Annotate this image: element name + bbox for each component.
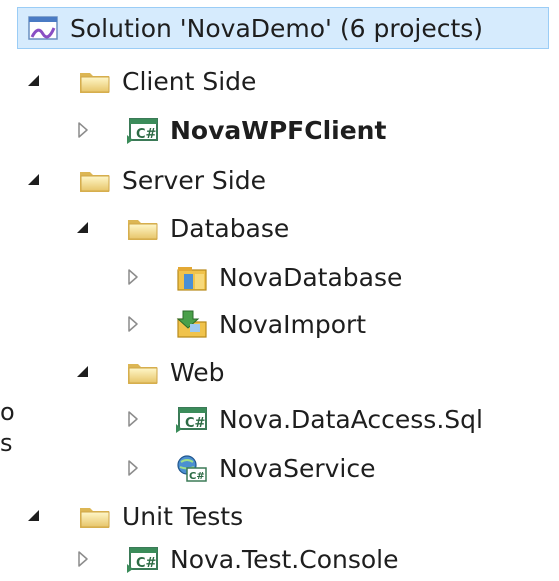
tree-item-label: Unit Tests — [122, 501, 244, 531]
tree-item-server-side[interactable]: Server Side — [0, 158, 266, 202]
expand-arrow-icon[interactable] — [71, 206, 97, 250]
collapse-arrow-icon[interactable] — [71, 108, 97, 152]
folder-icon — [78, 501, 112, 531]
tree-item-label: Client Side — [122, 66, 257, 96]
collapse-arrow-icon[interactable] — [121, 255, 147, 299]
solution-icon — [26, 13, 60, 43]
tree-item-label: Nova.Test.Console — [170, 544, 399, 574]
tree-item-label: NovaWPFClient — [170, 115, 387, 145]
tree-item-label: NovaDatabase — [219, 262, 403, 292]
folder-icon — [78, 165, 112, 195]
collapse-arrow-icon[interactable] — [121, 446, 147, 490]
expand-arrow-icon[interactable] — [22, 494, 48, 538]
tree-item-nova-service[interactable]: NovaService — [0, 446, 376, 490]
expand-arrow-icon[interactable] — [22, 59, 48, 103]
tree-item-label: NovaImport — [219, 309, 367, 339]
web-service-project-icon — [175, 453, 209, 483]
collapse-arrow-icon[interactable] — [121, 397, 147, 441]
folder-icon — [78, 66, 112, 96]
csharp-project-icon — [175, 404, 209, 434]
solution-label: Solution 'NovaDemo' (6 projects) — [70, 13, 484, 43]
csharp-project-icon — [126, 115, 160, 145]
tree-item-nova-database[interactable]: NovaDatabase — [0, 255, 402, 299]
expand-arrow-icon[interactable] — [71, 350, 97, 394]
tree-item-client-side[interactable]: Client Side — [0, 59, 256, 103]
tree-item-label: Server Side — [122, 165, 266, 195]
tree-item-label: NovaService — [219, 453, 376, 483]
solution-node[interactable]: Solution 'NovaDemo' (6 projects) — [17, 7, 549, 49]
tree-item-label: Nova.DataAccess.Sql — [219, 404, 483, 434]
collapse-arrow-icon[interactable] — [71, 537, 97, 581]
database-project-icon — [175, 262, 209, 292]
tree-item-database[interactable]: Database — [0, 206, 289, 250]
tree-item-label: Web — [170, 357, 225, 387]
tree-item-unit-tests[interactable]: Unit Tests — [0, 494, 243, 538]
folder-icon — [126, 357, 160, 387]
collapse-arrow-icon[interactable] — [121, 302, 147, 346]
tree-item-nova-dataaccess-sql[interactable]: Nova.DataAccess.Sql — [0, 397, 483, 441]
tree-item-nova-test-console[interactable]: Nova.Test.Console — [0, 537, 398, 581]
expand-arrow-icon[interactable] — [22, 158, 48, 202]
tree-item-web[interactable]: Web — [0, 350, 225, 394]
csharp-project-icon — [126, 544, 160, 574]
import-project-icon — [175, 309, 209, 339]
tree-item-label: Database — [170, 213, 290, 243]
folder-icon — [126, 213, 160, 243]
tree-item-nova-wpf-client[interactable]: NovaWPFClient — [0, 108, 386, 152]
tree-item-nova-import[interactable]: NovaImport — [0, 302, 366, 346]
solution-explorer-tree: o s Solution 'NovaDemo' (6 projects) Cli… — [0, 0, 559, 581]
